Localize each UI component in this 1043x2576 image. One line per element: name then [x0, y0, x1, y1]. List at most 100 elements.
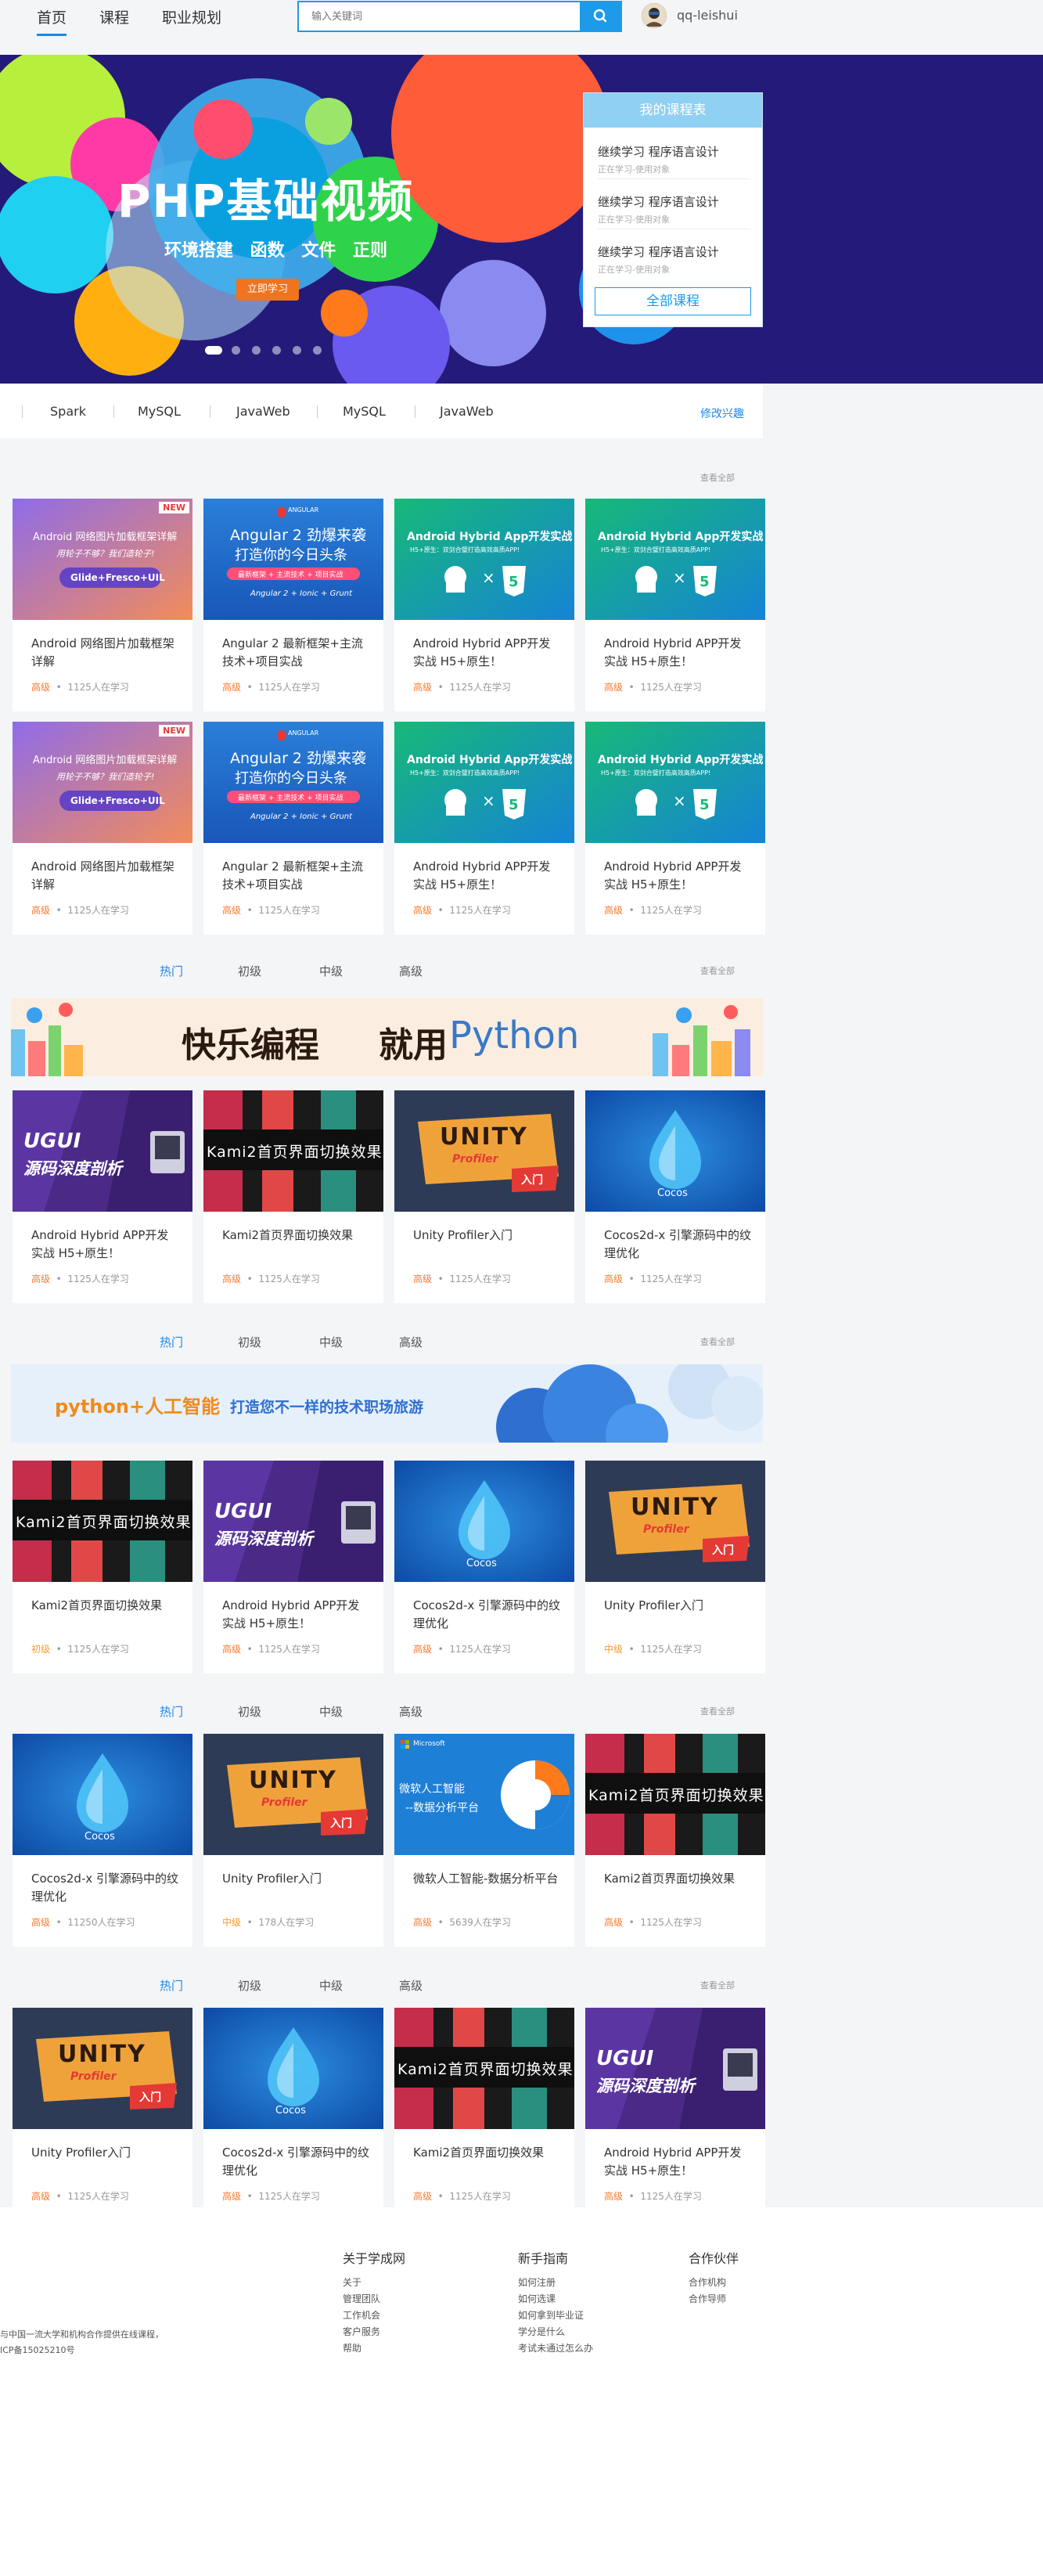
course-title[interactable]: Unity Profiler入门	[604, 1597, 753, 1615]
course-card[interactable]: ANGULAR Angular 2 劲爆来袭 打造你的今日头条 最新框架 + 主流技术…	[203, 499, 383, 712]
course-card[interactable]: ANGULAR Angular 2 劲爆来袭 打造你的今日头条 最新框架 + 主流技术…	[203, 722, 383, 935]
tab-advanced[interactable]: 高级	[399, 1703, 423, 1720]
course-title[interactable]: Unity Profiler入门	[413, 1227, 562, 1245]
tag-item[interactable]: JavaWeb	[236, 404, 290, 419]
course-card[interactable]: UNITY Profiler 入门 Unity Profiler入门 高级 • 11…	[13, 2008, 192, 2221]
course-thumbnail[interactable]: UNITY Profiler 入门	[203, 1734, 383, 1855]
tab-beginner[interactable]: 初级	[238, 1977, 261, 1994]
edit-interests-link[interactable]: 修改兴趣	[700, 405, 744, 421]
course-title[interactable]: Android 网络图片加载框架详解	[31, 635, 180, 671]
tab-hot[interactable]: 热门	[160, 1703, 183, 1720]
course-title[interactable]: Android Hybrid APP开发实战 H5+原生！	[604, 858, 753, 894]
course-thumbnail[interactable]: Cocos	[13, 1734, 192, 1855]
course-thumbnail[interactable]: UGUI 源码深度剖析	[203, 1461, 383, 1582]
tab-intermediate[interactable]: 中级	[319, 1977, 343, 1994]
course-card[interactable]: Microsoft 微软人工智能 --数据分析平台 微软人工智能-数据分析平台 高级…	[394, 1734, 574, 1947]
username[interactable]: qq-leishui	[677, 8, 738, 23]
avatar[interactable]	[642, 3, 667, 28]
tag-item[interactable]: MySQL	[138, 404, 181, 419]
course-card[interactable]: UNITY Profiler 入门 Unity Profiler入门 高级 • 11…	[394, 1090, 574, 1303]
course-thumbnail[interactable]: NEW Android 网络图片加载框架详解 用轮子不够？我们造轮子! Glide+F…	[13, 499, 192, 620]
search-input[interactable]	[299, 2, 581, 31]
course-title[interactable]: Android Hybrid APP开发实战 H5+原生！	[413, 635, 562, 671]
course-thumbnail[interactable]: ANGULAR Angular 2 劲爆来袭 打造你的今日头条 最新框架 + 主流技术…	[203, 499, 383, 620]
nav-home[interactable]: 首页	[37, 6, 67, 36]
schedule-item-title[interactable]: 继续学习 程序语言设计	[598, 193, 750, 210]
footer-link[interactable]: 客户服务	[343, 2324, 405, 2340]
carousel-dot[interactable]	[272, 346, 281, 355]
schedule-item-title[interactable]: 继续学习 程序语言设计	[598, 143, 750, 160]
course-title[interactable]: Unity Profiler入门	[222, 1870, 371, 1888]
course-card[interactable]: × 5 Android Hybrid App开发实战 H5+原生：双剑合璧打造高效高质…	[585, 499, 765, 712]
course-thumbnail[interactable]: × 5 Android Hybrid App开发实战 H5+原生：双剑合璧打造高效高质…	[394, 499, 574, 620]
course-thumbnail[interactable]: Kami2首页界面切换效果	[13, 1461, 192, 1582]
course-card[interactable]: Kami2首页界面切换效果 Kami2首页界面切换效果 初级 • 1125人在学…	[13, 1461, 192, 1673]
footer-link[interactable]: 关于	[343, 2275, 405, 2291]
course-card[interactable]: UGUI 源码深度剖析 Android Hybrid APP开发实战 H5+原生！…	[13, 1090, 192, 1303]
tab-advanced[interactable]: 高级	[399, 963, 423, 979]
course-card[interactable]: Cocos Cocos2d-x 引擎源码中的纹理优化 高级 • 1125人在学习	[585, 1090, 765, 1303]
course-thumbnail[interactable]: Kami2首页界面切换效果	[585, 1734, 765, 1855]
course-title[interactable]: Android 网络图片加载框架详解	[31, 858, 180, 894]
see-all-link[interactable]: 查看全部	[700, 471, 735, 484]
schedule-item[interactable]: 继续学习 程序语言设计 正在学习-使用对象	[598, 232, 750, 279]
course-thumbnail[interactable]: Cocos	[585, 1090, 765, 1212]
course-title[interactable]: Kami2首页界面切换效果	[604, 1870, 753, 1888]
course-title[interactable]: Unity Profiler入门	[31, 2144, 180, 2162]
course-card[interactable]: × 5 Android Hybrid App开发实战 H5+原生：双剑合璧打造高效高质…	[394, 499, 574, 712]
carousel-dot[interactable]	[205, 346, 222, 355]
course-title[interactable]: Android Hybrid APP开发实战 H5+原生！	[604, 635, 753, 671]
footer-link[interactable]: 如何拿到毕业证	[518, 2308, 593, 2324]
tab-beginner[interactable]: 初级	[238, 1703, 261, 1720]
course-title[interactable]: Android Hybrid APP开发实战 H5+原生！	[31, 1227, 180, 1263]
course-title[interactable]: Cocos2d-x 引擎源码中的纹理优化	[31, 1870, 180, 1906]
tab-hot[interactable]: 热门	[160, 963, 183, 979]
footer-link[interactable]: 如何注册	[518, 2275, 593, 2291]
footer-link[interactable]: 学分是什么	[518, 2324, 593, 2340]
search-button[interactable]	[580, 2, 620, 31]
course-title[interactable]: Angular 2 最新框架+主流技术+项目实战	[222, 858, 371, 894]
course-card[interactable]: UNITY Profiler 入门 Unity Profiler入门 中级 • 11…	[585, 1461, 765, 1673]
course-card[interactable]: Kami2首页界面切换效果 Kami2首页界面切换效果 高级 • 1125人在学…	[203, 1090, 383, 1303]
tag-item[interactable]: Spark	[50, 404, 86, 419]
carousel-dot[interactable]	[232, 346, 240, 355]
course-thumbnail[interactable]: ANGULAR Angular 2 劲爆来袭 打造你的今日头条 最新框架 + 主流技术…	[203, 722, 383, 843]
course-title[interactable]: Android Hybrid APP开发实战 H5+原生！	[222, 1597, 371, 1633]
course-card[interactable]: Cocos Cocos2d-x 引擎源码中的纹理优化 高级 • 1125人在学习	[394, 1461, 574, 1673]
schedule-item[interactable]: 继续学习 程序语言设计 正在学习-使用对象	[598, 132, 750, 179]
course-card[interactable]: UGUI 源码深度剖析 Android Hybrid APP开发实战 H5+原生！…	[203, 1461, 383, 1673]
ai-promo-banner[interactable]: python+人工智能 打造您不一样的技术职场旅游	[11, 1364, 763, 1443]
tab-beginner[interactable]: 初级	[238, 963, 261, 979]
course-title[interactable]: 微软人工智能-数据分析平台	[413, 1870, 562, 1888]
tag-item[interactable]: MySQL	[343, 404, 386, 419]
course-card[interactable]: UGUI 源码深度剖析 Android Hybrid APP开发实战 H5+原生！…	[585, 2008, 765, 2221]
footer-link[interactable]: 帮助	[343, 2340, 405, 2357]
hero-banner[interactable]: PHP基础视频 环境搭建 函数 文件 正则 立即学习 我的课程表 继续学习 程序…	[0, 55, 1043, 384]
course-card[interactable]: NEW Android 网络图片加载框架详解 用轮子不够？我们造轮子! Glide+F…	[13, 499, 192, 712]
tab-intermediate[interactable]: 中级	[319, 1334, 343, 1350]
course-thumbnail[interactable]: UGUI 源码深度剖析	[13, 1090, 192, 1212]
see-all-link[interactable]: 查看全部	[700, 1705, 735, 1717]
all-courses-button[interactable]: 全部课程	[595, 287, 751, 315]
course-title[interactable]: Angular 2 最新框架+主流技术+项目实战	[222, 635, 371, 671]
course-thumbnail[interactable]: Cocos	[394, 1461, 574, 1582]
course-thumbnail[interactable]: Cocos	[203, 2008, 383, 2129]
course-card[interactable]: Kami2首页界面切换效果 Kami2首页界面切换效果 高级 • 1125人在学…	[394, 2008, 574, 2221]
tab-advanced[interactable]: 高级	[399, 1334, 423, 1350]
nav-career[interactable]: 职业规划	[162, 6, 221, 27]
course-thumbnail[interactable]: UGUI 源码深度剖析	[585, 2008, 765, 2129]
course-thumbnail[interactable]: × 5 Android Hybrid App开发实战 H5+原生：双剑合璧打造高效高质…	[585, 499, 765, 620]
python-promo-banner[interactable]: 快乐编程 就用 Python	[11, 998, 763, 1076]
course-title[interactable]: Cocos2d-x 引擎源码中的纹理优化	[413, 1597, 562, 1633]
schedule-item-title[interactable]: 继续学习 程序语言设计	[598, 243, 750, 260]
course-card[interactable]: × 5 Android Hybrid App开发实战 H5+原生：双剑合璧打造高效高质…	[394, 722, 574, 935]
footer-link[interactable]: 合作机构	[689, 2275, 739, 2291]
footer-link[interactable]: 如何选课	[518, 2291, 593, 2308]
course-title[interactable]: Kami2首页界面切换效果	[31, 1597, 180, 1615]
carousel-dot[interactable]	[313, 346, 322, 355]
course-title[interactable]: Kami2首页界面切换效果	[222, 1227, 371, 1245]
course-card[interactable]: Cocos Cocos2d-x 引擎源码中的纹理优化 高级 • 11250人在学…	[13, 1734, 192, 1947]
course-card[interactable]: NEW Android 网络图片加载框架详解 用轮子不够？我们造轮子! Glide+F…	[13, 722, 192, 935]
footer-link[interactable]: 考试未通过怎么办	[518, 2340, 593, 2357]
course-thumbnail[interactable]: UNITY Profiler 入门	[585, 1461, 765, 1582]
